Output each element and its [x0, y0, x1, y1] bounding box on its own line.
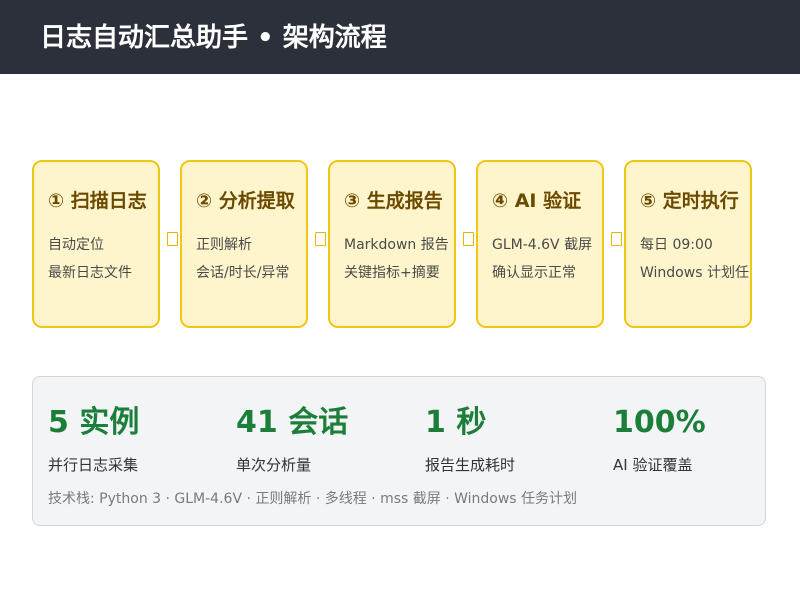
step-card-report: ③ 生成报告 Markdown 报告 关键指标+摘要 — [328, 160, 456, 328]
stat-value-duration: 1 秒 — [425, 405, 487, 440]
arrow-placeholder-icon — [315, 232, 326, 246]
step-title: ④ AI 验证 — [492, 190, 582, 212]
step-title: ② 分析提取 — [196, 190, 295, 212]
step-desc: 最新日志文件 — [48, 265, 132, 281]
step-desc: 确认显示正常 — [492, 265, 576, 281]
tech-stack-text: 技术栈: Python 3 · GLM-4.6V · 正则解析 · 多线程 · … — [48, 491, 578, 507]
page-title: 日志自动汇总助手 • 架构流程 — [40, 23, 387, 53]
stat-label-sessions: 单次分析量 — [236, 456, 312, 474]
header-bar: 日志自动汇总助手 • 架构流程 — [0, 0, 800, 74]
step-card-schedule: ⑤ 定时执行 每日 09:00 Windows 计划任务 — [624, 160, 752, 328]
step-desc: 会话/时长/异常 — [196, 265, 290, 281]
step-card-analyze: ② 分析提取 正则解析 会话/时长/异常 — [180, 160, 308, 328]
stat-label-duration: 报告生成耗时 — [425, 456, 516, 474]
step-desc: Windows 计划任务 — [640, 265, 752, 281]
stat-value-coverage: 100% — [613, 405, 706, 440]
arrow-placeholder-icon — [463, 232, 474, 246]
step-desc: GLM-4.6V 截屏 — [492, 237, 593, 253]
stat-value-instances: 5 实例 — [48, 405, 140, 440]
stats-panel: 5 实例 并行日志采集 41 会话 单次分析量 1 秒 报告生成耗时 100% … — [32, 376, 766, 526]
step-card-ai-verify: ④ AI 验证 GLM-4.6V 截屏 确认显示正常 — [476, 160, 604, 328]
step-desc: 每日 09:00 — [640, 237, 713, 253]
step-desc: Markdown 报告 — [344, 237, 449, 253]
arrow-placeholder-icon — [611, 232, 622, 246]
step-desc: 正则解析 — [196, 237, 252, 253]
stat-label-instances: 并行日志采集 — [48, 456, 139, 474]
flow-diagram: ① 扫描日志 自动定位 最新日志文件 ② 分析提取 正则解析 会话/时长/异常 … — [0, 160, 800, 330]
stat-label-coverage: AI 验证覆盖 — [613, 456, 693, 474]
step-desc: 自动定位 — [48, 237, 104, 253]
arrow-placeholder-icon — [167, 232, 178, 246]
step-desc: 关键指标+摘要 — [344, 265, 440, 281]
step-card-scan: ① 扫描日志 自动定位 最新日志文件 — [32, 160, 160, 328]
step-title: ① 扫描日志 — [48, 190, 147, 212]
step-title: ③ 生成报告 — [344, 190, 443, 212]
step-title: ⑤ 定时执行 — [640, 190, 739, 212]
stat-value-sessions: 41 会话 — [236, 405, 349, 440]
